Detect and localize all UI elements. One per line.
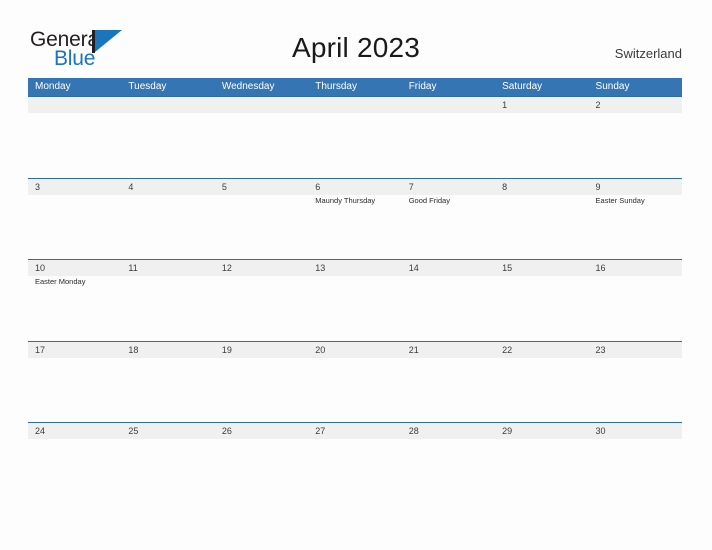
weekday-sunday: Sunday <box>595 81 630 92</box>
day-cell[interactable]: 21 <box>402 342 495 423</box>
day-cell[interactable]: 3 <box>28 179 121 260</box>
calendar-page: General Blue April 2023 Switzerland Mond… <box>0 0 712 550</box>
day-number: 28 <box>408 426 419 436</box>
day-cell[interactable]: 27 <box>308 423 401 504</box>
day-number: 5 <box>221 181 227 192</box>
day-number: 26 <box>221 426 232 436</box>
day-cell[interactable]: 9 Easter Sunday <box>589 179 682 260</box>
day-cell[interactable]: 4 <box>121 179 214 260</box>
day-cell[interactable]: 23 <box>589 342 682 423</box>
page-title: April 2023 <box>291 32 421 63</box>
day-cell[interactable]: 25 <box>121 423 214 504</box>
day-cell[interactable]: 16 <box>589 260 682 341</box>
day-cell[interactable]: 20 <box>308 342 401 423</box>
weekday-saturday: Saturday <box>502 81 543 92</box>
day-cell[interactable]: 6 Maundy Thursday <box>308 179 401 260</box>
weekday-friday: Friday <box>408 81 437 92</box>
day-cell[interactable] <box>28 97 121 178</box>
week-row: 1 2 <box>28 96 682 178</box>
day-number <box>128 97 214 113</box>
day-cell[interactable]: 24 <box>28 423 121 504</box>
week-row: 3 4 5 6 Maundy Thursday 7 Good Friday 8 9 E… <box>28 177 682 260</box>
weekday-wednesday: Wednesday <box>221 81 275 92</box>
day-cell[interactable]: 30 <box>589 423 682 504</box>
day-event: Good Friday <box>408 195 450 205</box>
week-row: 10 Easter Monday 11 12 13 14 15 16 <box>28 259 682 341</box>
day-cell[interactable]: 8 <box>495 179 588 260</box>
week-row: 24 25 26 27 28 29 30 <box>28 422 682 504</box>
day-number: 21 <box>408 344 419 355</box>
day-cell[interactable]: 2 <box>589 97 682 178</box>
week-row: 17 18 19 20 21 22 23 <box>28 340 682 423</box>
day-cell[interactable]: 29 <box>495 423 588 504</box>
day-number: 23 <box>595 344 606 355</box>
day-number: 8 <box>502 181 508 192</box>
day-cell[interactable]: 7 Good Friday <box>402 179 495 260</box>
day-number: 19 <box>221 344 232 355</box>
day-event: Maundy Thursday <box>315 195 376 205</box>
day-cell[interactable]: 18 <box>121 342 214 423</box>
day-number: 17 <box>35 344 46 355</box>
day-number: 11 <box>128 263 138 273</box>
day-number: 15 <box>502 263 513 273</box>
day-cell[interactable]: 15 <box>495 260 588 341</box>
day-number: 25 <box>128 426 139 436</box>
day-number: 7 <box>408 181 414 192</box>
day-number: 27 <box>315 426 326 436</box>
day-cell[interactable]: 26 <box>215 423 308 504</box>
day-cell[interactable]: 13 <box>308 260 401 341</box>
day-number: 29 <box>502 426 513 436</box>
day-number <box>222 97 308 113</box>
day-cell[interactable]: 14 <box>402 260 495 341</box>
day-cell[interactable]: 5 <box>215 179 308 260</box>
country-label: Switzerland <box>614 46 682 61</box>
weekday-thursday: Thursday <box>315 81 357 92</box>
day-number: 18 <box>128 344 139 355</box>
day-cell[interactable] <box>121 97 214 178</box>
day-event: Easter Sunday <box>595 195 645 205</box>
day-cell[interactable]: 11 <box>121 260 214 341</box>
day-number: 14 <box>408 263 419 273</box>
calendar-grid: Monday Tuesday Wednesday Thursday Friday… <box>28 78 682 504</box>
weekday-monday: Monday <box>35 81 71 92</box>
day-cell[interactable] <box>402 97 495 178</box>
day-number: 9 <box>595 181 601 192</box>
day-number <box>35 97 121 113</box>
day-number: 20 <box>315 344 326 355</box>
day-cell[interactable]: 17 <box>28 342 121 423</box>
day-number: 30 <box>595 426 606 436</box>
day-cell[interactable]: 12 <box>215 260 308 341</box>
day-cell[interactable] <box>308 97 401 178</box>
day-cell[interactable]: 1 <box>495 97 588 178</box>
day-number: 13 <box>315 263 326 273</box>
day-number: 6 <box>315 181 321 192</box>
day-number: 4 <box>128 181 134 192</box>
day-cell[interactable] <box>215 97 308 178</box>
day-number: 22 <box>502 344 513 355</box>
day-event: Easter Monday <box>35 277 86 286</box>
weekday-tuesday: Tuesday <box>128 81 167 92</box>
day-cell[interactable]: 22 <box>495 342 588 423</box>
page-header: General Blue April 2023 Switzerland <box>0 0 712 78</box>
day-number: 1 <box>502 100 508 110</box>
day-cell[interactable]: 19 <box>215 342 308 423</box>
day-number: 2 <box>595 100 601 110</box>
day-number <box>315 97 401 113</box>
day-number: 16 <box>595 263 606 273</box>
day-cell[interactable]: 10 Easter Monday <box>28 260 121 341</box>
day-number: 24 <box>35 426 46 436</box>
day-cell[interactable]: 28 <box>402 423 495 504</box>
day-number <box>409 97 495 113</box>
weekday-header-row: Monday Tuesday Wednesday Thursday Friday… <box>28 78 682 96</box>
day-number: 10 <box>35 263 46 273</box>
day-number: 12 <box>221 263 232 273</box>
day-number: 3 <box>35 181 41 192</box>
